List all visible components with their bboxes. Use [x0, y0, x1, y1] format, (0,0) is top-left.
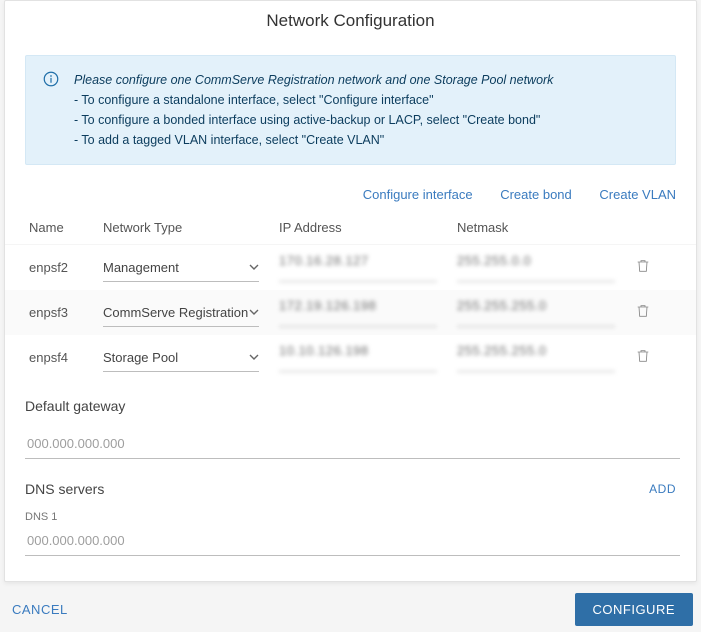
- configure-button[interactable]: CONFIGURE: [575, 593, 694, 626]
- network-type-select[interactable]: Storage Pool: [103, 343, 259, 372]
- create-vlan-link[interactable]: Create VLAN: [599, 187, 676, 202]
- ip-address-field[interactable]: 170.16.28.127: [279, 253, 437, 282]
- netmask-field[interactable]: 255.255.255.0: [457, 343, 615, 372]
- create-bond-link[interactable]: Create bond: [500, 187, 572, 202]
- info-icon: [42, 70, 60, 91]
- dns-1-input[interactable]: [25, 525, 680, 556]
- info-banner: Please configure one CommServe Registrat…: [25, 55, 676, 165]
- delete-row-button[interactable]: [635, 307, 651, 322]
- netmask-field[interactable]: 255.255.0.0: [457, 253, 615, 282]
- dialog-footer: CANCEL CONFIGURE: [0, 586, 701, 632]
- network-config-card: Network Configuration Please configure o…: [4, 0, 697, 582]
- actions-row: Configure interface Create bond Create V…: [25, 165, 676, 216]
- ip-address-field[interactable]: 10.10.126.198: [279, 343, 437, 372]
- dns-1-label: DNS 1: [25, 511, 676, 523]
- dns-servers-label: DNS servers: [25, 481, 104, 497]
- add-dns-button[interactable]: ADD: [649, 482, 676, 496]
- network-type-value: Storage Pool: [103, 350, 178, 365]
- chevron-down-icon: [249, 350, 259, 365]
- col-ip: IP Address: [279, 220, 457, 235]
- network-type-value: Management: [103, 260, 179, 275]
- col-name: Name: [25, 220, 103, 235]
- table-row: enpsf2 Management 170.16.28.127 255.255.…: [5, 245, 696, 290]
- interface-name: enpsf4: [25, 350, 103, 365]
- configure-interface-link[interactable]: Configure interface: [363, 187, 473, 202]
- table-header: Name Network Type IP Address Netmask: [25, 216, 676, 245]
- network-type-value: CommServe Registration: [103, 305, 248, 320]
- table-row: enpsf4 Storage Pool 10.10.126.198 255.25…: [25, 335, 676, 380]
- chevron-down-icon: [249, 305, 259, 320]
- info-line-3: - To add a tagged VLAN interface, select…: [74, 130, 553, 150]
- netmask-field[interactable]: 255.255.255.0: [457, 298, 615, 327]
- network-type-select[interactable]: Management: [103, 253, 259, 282]
- ip-address-field[interactable]: 172.19.126.198: [279, 298, 437, 327]
- col-type: Network Type: [103, 220, 279, 235]
- interface-name: enpsf3: [25, 305, 103, 320]
- info-text: Please configure one CommServe Registrat…: [74, 70, 553, 150]
- cancel-button[interactable]: CANCEL: [8, 596, 72, 623]
- delete-row-button[interactable]: [635, 262, 651, 277]
- info-lead: Please configure one CommServe Registrat…: [74, 70, 553, 90]
- default-gateway-input[interactable]: [25, 428, 680, 459]
- info-line-2: - To configure a bonded interface using …: [74, 110, 553, 130]
- delete-row-button[interactable]: [635, 352, 651, 367]
- chevron-down-icon: [249, 260, 259, 275]
- page-title: Network Configuration: [5, 1, 696, 37]
- interface-name: enpsf2: [25, 260, 103, 275]
- interfaces-table: Name Network Type IP Address Netmask enp…: [25, 216, 676, 380]
- network-type-select[interactable]: CommServe Registration: [103, 298, 259, 327]
- info-line-1: - To configure a standalone interface, s…: [74, 90, 553, 110]
- col-mask: Netmask: [457, 220, 627, 235]
- table-row: enpsf3 CommServe Registration 172.19.126…: [5, 290, 696, 335]
- default-gateway-label: Default gateway: [25, 398, 676, 414]
